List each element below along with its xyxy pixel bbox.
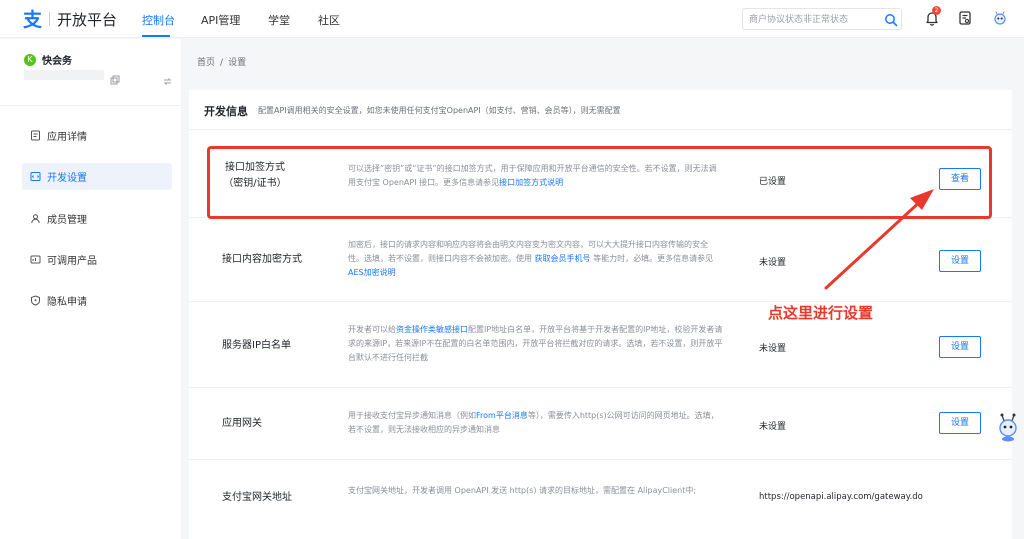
floating-assistant-icon[interactable] <box>996 413 1020 443</box>
annotation-text: 点这里进行设置 <box>768 304 874 322</box>
annotation-arrow-icon <box>824 189 934 290</box>
